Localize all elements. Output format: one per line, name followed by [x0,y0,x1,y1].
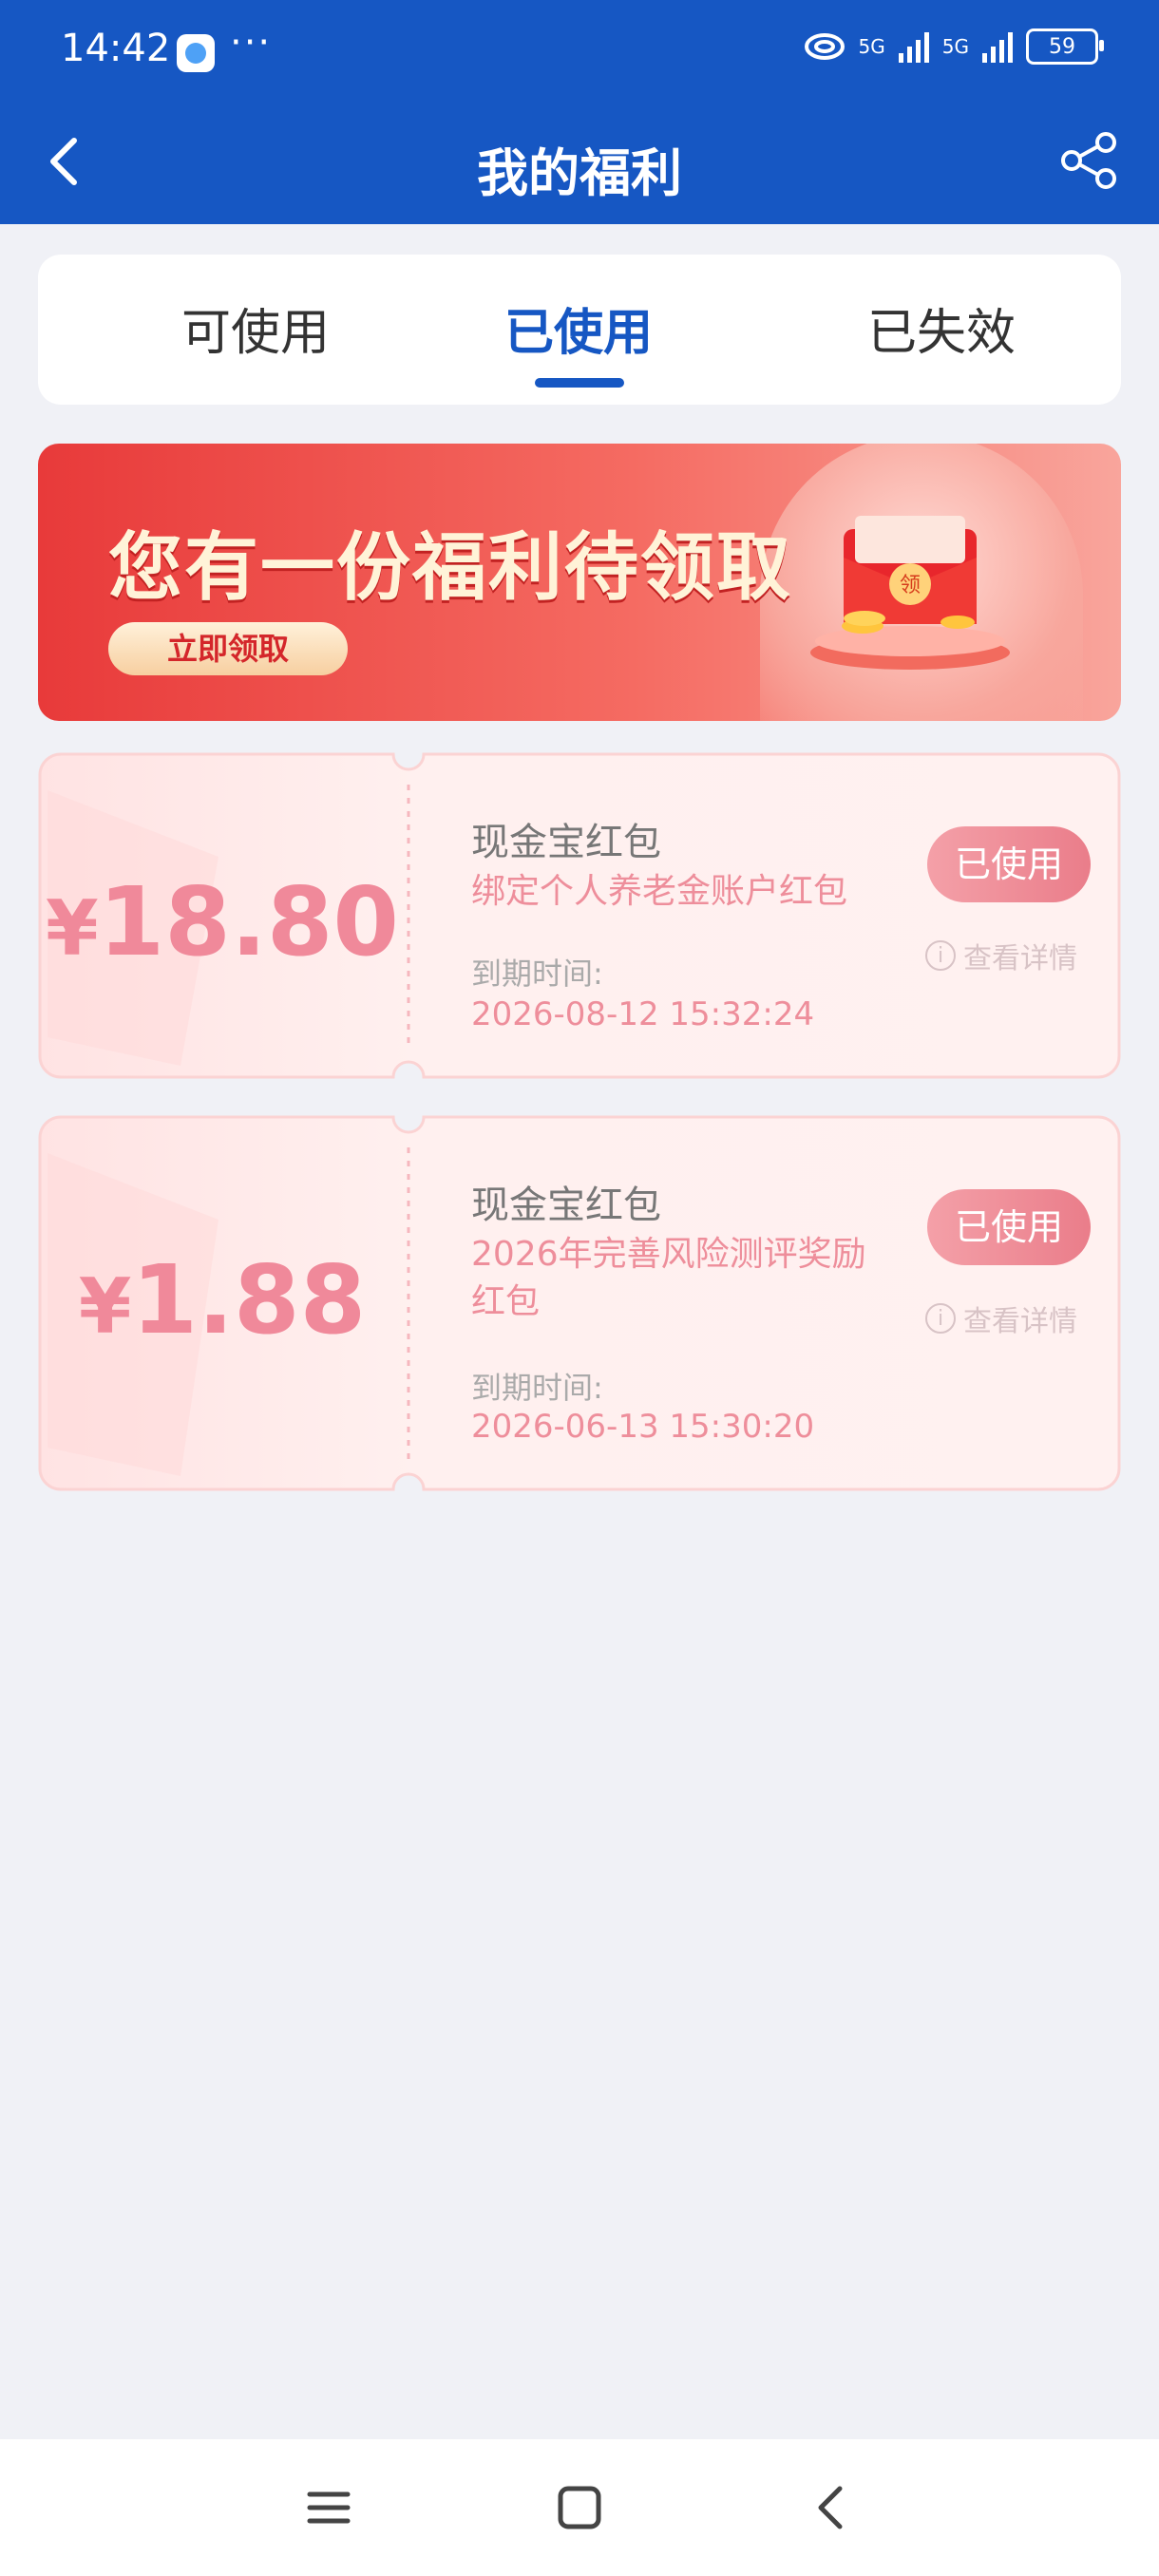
info-icon: i [925,1303,956,1334]
app-notification-icon [177,34,215,72]
promo-banner[interactable]: 您有一份福利待领取 立即领取 领 [38,444,1121,721]
expiry-value: 2026-08-12 15:32:24 [471,995,815,1033]
network-label-1: 5G [858,35,885,58]
page-title: 我的福利 [477,143,682,203]
signal-icon-2 [982,30,1013,63]
envelope-label: 领 [900,574,921,597]
menu-icon[interactable] [302,2481,355,2534]
view-details-label: 查看详情 [963,942,1077,975]
home-icon[interactable] [553,2481,606,2534]
coupon-card[interactable]: ¥18.80 现金宝红包 绑定个人养老金账户红包 到期时间: 2026-08-1… [38,752,1121,1079]
battery-icon: 59 [1026,28,1104,65]
status-right: 5G 5G 59 [804,28,1104,65]
coupon-title: 现金宝红包 [471,821,661,864]
coupon-amount: ¥18.80 [38,866,407,977]
more-notifications-icon: ··· [230,21,273,65]
view-details-label: 查看详情 [963,1305,1077,1338]
link-icon [804,33,845,60]
system-nav-bar [0,2439,1159,2576]
expiry-value: 2026-06-13 15:30:20 [471,1408,815,1446]
coupon-card[interactable]: ¥1.88 现金宝红包 2026年完善风险测评奖励红包 到期时间: 2026-0… [38,1115,1121,1491]
coupon-amount: ¥1.88 [38,1244,407,1355]
coupon-description: 2026年完善风险测评奖励红包 [471,1235,866,1321]
active-tab-indicator [535,378,624,388]
claim-now-button[interactable]: 立即领取 [108,622,348,675]
status-bar: 14:42 ··· 5G 5G 59 [0,0,1159,104]
tab-expired[interactable]: 已失效 [799,293,1084,364]
status-time: 14:42 [61,27,171,70]
currency-symbol: ¥ [78,1262,132,1351]
coupon-description: 绑定个人养老金账户红包 [471,872,848,911]
amount-value: 1.88 [131,1244,367,1355]
banner-headline: 您有一份福利待领取 [108,525,793,611]
battery-level: 59 [1049,34,1075,59]
tab-available[interactable]: 可使用 [113,293,398,364]
view-details-link[interactable]: i 查看详情 [925,935,1077,976]
top-bar: 14:42 ··· 5G 5G 59 我的福利 [0,0,1159,224]
red-envelope-illustration: 领 [810,516,1010,670]
coupon-title: 现金宝红包 [471,1184,661,1227]
back-icon[interactable] [806,2481,859,2534]
info-icon: i [925,940,956,971]
tab-bar: 可使用 已使用 已失效 [38,255,1121,405]
expiry-label: 到期时间: [471,956,603,992]
used-status-button[interactable]: 已使用 [927,826,1091,902]
amount-value: 18.80 [98,866,399,977]
share-icon[interactable] [1058,129,1121,192]
expiry-label: 到期时间: [471,1370,603,1406]
nav-bar: 我的福利 [0,104,1159,224]
currency-symbol: ¥ [46,884,99,973]
tab-used[interactable]: 已使用 [436,293,721,364]
network-label-2: 5G [941,35,969,58]
used-status-button[interactable]: 已使用 [927,1189,1091,1265]
signal-icon-1 [898,30,929,63]
view-details-link[interactable]: i 查看详情 [925,1297,1077,1339]
